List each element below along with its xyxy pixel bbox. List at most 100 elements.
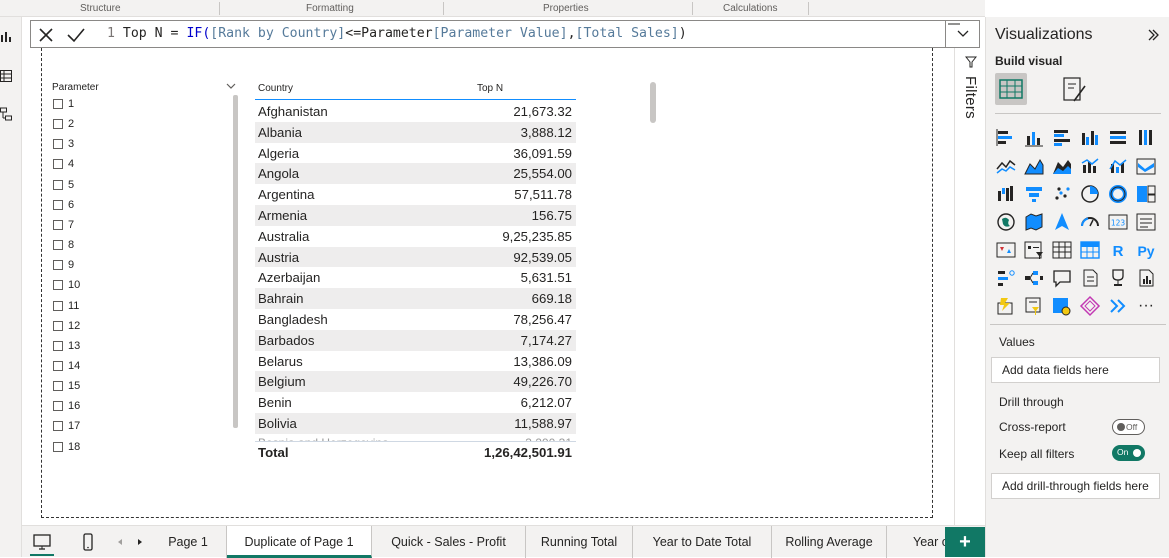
cancel-formula-icon[interactable] bbox=[35, 24, 57, 46]
checkbox[interactable] bbox=[53, 401, 63, 412]
keep-filters-toggle[interactable]: On bbox=[1112, 445, 1145, 461]
key-influencers-icon[interactable] bbox=[995, 267, 1017, 289]
model-view-icon[interactable] bbox=[0, 107, 12, 121]
commit-formula-icon[interactable] bbox=[65, 24, 87, 46]
checkbox[interactable] bbox=[53, 99, 63, 109]
add-page-button[interactable]: + bbox=[945, 527, 985, 557]
100-stacked-bar-chart-icon[interactable] bbox=[1107, 127, 1129, 149]
checkbox[interactable] bbox=[53, 441, 63, 452]
page-tab[interactable]: Year to Date Total bbox=[633, 526, 772, 558]
page-tab[interactable]: Duplicate of Page 1 bbox=[227, 526, 372, 558]
build-visual-tab[interactable] bbox=[995, 73, 1027, 105]
checkbox[interactable] bbox=[53, 199, 63, 210]
slicer-chevron-icon[interactable] bbox=[226, 82, 236, 90]
funnel-chart-icon[interactable] bbox=[1023, 183, 1045, 205]
formula-text[interactable]: 1 Top N = IF([Rank by Country]<=Paramete… bbox=[107, 26, 687, 41]
mobile-layout-icon[interactable] bbox=[78, 532, 98, 552]
table-row[interactable]: Algeria 36,091.59 bbox=[255, 143, 576, 164]
checkbox[interactable] bbox=[53, 340, 63, 351]
goals-trophy-icon[interactable] bbox=[1107, 267, 1129, 289]
qa-visual-icon[interactable] bbox=[1051, 267, 1073, 289]
treemap-icon[interactable] bbox=[1135, 183, 1157, 205]
table-row[interactable]: Australia 9,25,235.85 bbox=[255, 226, 576, 247]
column-header-top-n[interactable]: Top N bbox=[477, 83, 503, 94]
table-row[interactable]: Bangladesh 78,256.47 bbox=[255, 309, 576, 330]
page-tab[interactable]: Rolling Average bbox=[772, 526, 887, 558]
checkbox[interactable] bbox=[53, 300, 63, 311]
desktop-layout-icon[interactable] bbox=[32, 532, 52, 552]
line-and-stacked-column-icon[interactable] bbox=[1079, 155, 1101, 177]
collapse-pane-icon[interactable] bbox=[1146, 28, 1160, 42]
page-tab[interactable]: Quick - Sales - Profit bbox=[372, 526, 526, 558]
format-visual-icon[interactable] bbox=[1058, 75, 1090, 105]
page-tab[interactable]: Page 1 bbox=[150, 526, 227, 558]
checkbox[interactable] bbox=[53, 320, 63, 331]
gauge-icon[interactable] bbox=[1079, 211, 1101, 233]
column-header-country[interactable]: Country bbox=[258, 83, 293, 94]
table-view-icon[interactable] bbox=[0, 69, 12, 83]
table-row[interactable]: Bolivia 11,588.97 bbox=[255, 413, 576, 434]
checkbox[interactable] bbox=[53, 240, 63, 251]
table-row[interactable]: Belarus 13,386.09 bbox=[255, 351, 576, 372]
report-view-icon[interactable] bbox=[0, 29, 12, 43]
table-scrollbar[interactable] bbox=[650, 82, 656, 123]
smart-narrative-icon[interactable] bbox=[1079, 267, 1101, 289]
filled-map-icon[interactable] bbox=[1023, 211, 1045, 233]
area-chart-icon[interactable] bbox=[1023, 155, 1045, 177]
page-tab[interactable]: Year o bbox=[887, 526, 945, 558]
python-visual-icon[interactable]: Py bbox=[1135, 239, 1157, 261]
decomposition-tree-icon[interactable] bbox=[1023, 267, 1045, 289]
formula-bar[interactable]: 1 Top N = IF([Rank by Country]<=Paramete… bbox=[30, 20, 980, 48]
power-apps-visual-icon[interactable] bbox=[995, 295, 1017, 317]
power-automate-visual-icon[interactable] bbox=[1023, 295, 1045, 317]
checkbox[interactable] bbox=[53, 421, 63, 432]
pie-chart-icon[interactable] bbox=[1079, 183, 1101, 205]
table-row[interactable]: Albania 3,888.12 bbox=[255, 121, 576, 143]
cross-report-toggle[interactable]: Off bbox=[1112, 419, 1145, 435]
slicer-scrollbar[interactable] bbox=[233, 95, 238, 428]
kpi-icon[interactable] bbox=[995, 239, 1017, 261]
ribbon-chart-icon[interactable] bbox=[1135, 155, 1157, 177]
100-stacked-column-chart-icon[interactable] bbox=[1135, 127, 1157, 149]
stacked-column-chart-icon[interactable] bbox=[1023, 127, 1045, 149]
scatter-chart-icon[interactable] bbox=[1051, 183, 1073, 205]
scroll-tabs-right-icon[interactable] bbox=[130, 532, 150, 552]
drill-through-well[interactable]: Add drill-through fields here bbox=[991, 473, 1160, 499]
top-n-table[interactable]: Country Top N Afghanistan 21,673.32 Albani… bbox=[255, 80, 576, 462]
slicer-icon[interactable] bbox=[1023, 239, 1045, 261]
checkbox[interactable] bbox=[53, 139, 63, 150]
waterfall-chart-icon[interactable] bbox=[995, 183, 1017, 205]
checkbox[interactable] bbox=[53, 119, 63, 130]
line-chart-icon[interactable] bbox=[995, 155, 1017, 177]
formula-expand-button[interactable] bbox=[945, 21, 979, 47]
map-icon[interactable] bbox=[995, 211, 1017, 233]
clustered-bar-chart-icon[interactable] bbox=[1051, 127, 1073, 149]
checkbox[interactable] bbox=[53, 280, 63, 291]
table-row[interactable]: Bahrain 669.18 bbox=[255, 288, 576, 309]
stacked-area-chart-icon[interactable] bbox=[1051, 155, 1073, 177]
line-and-clustered-column-icon[interactable] bbox=[1107, 155, 1129, 177]
table-row[interactable]: Azerbaijan 5,631.51 bbox=[255, 267, 576, 288]
checkbox[interactable] bbox=[53, 381, 63, 392]
scroll-tabs-left-icon[interactable] bbox=[110, 532, 130, 552]
values-well[interactable]: Add data fields here bbox=[991, 357, 1160, 383]
checkbox[interactable] bbox=[53, 179, 63, 190]
clustered-column-chart-icon[interactable] bbox=[1079, 127, 1101, 149]
checkbox[interactable] bbox=[53, 260, 63, 271]
table-row[interactable]: Austria 92,539.05 bbox=[255, 246, 576, 268]
page-tab[interactable]: Running Total bbox=[526, 526, 633, 558]
r-script-visual-icon[interactable]: R bbox=[1107, 239, 1129, 261]
card-icon[interactable]: 123 bbox=[1107, 211, 1129, 233]
table-row[interactable]: Benin 6,212.07 bbox=[255, 392, 576, 413]
checkbox[interactable] bbox=[53, 159, 63, 170]
donut-chart-icon[interactable] bbox=[1107, 183, 1129, 205]
shape-diamond-icon[interactable] bbox=[1079, 295, 1101, 317]
paginated-report-icon[interactable] bbox=[1135, 267, 1157, 289]
table-row[interactable]: Angola 25,554.00 bbox=[255, 163, 576, 185]
table-row[interactable]: Barbados 7,174.27 bbox=[255, 329, 576, 351]
multi-row-card-icon[interactable] bbox=[1135, 211, 1157, 233]
filters-pane-collapsed[interactable]: Filters bbox=[954, 48, 985, 525]
arcgis-map-icon[interactable] bbox=[1051, 295, 1073, 317]
table-row[interactable]: Belgium 49,226.70 bbox=[255, 371, 576, 393]
chevron-shape-icon[interactable] bbox=[1107, 295, 1129, 317]
